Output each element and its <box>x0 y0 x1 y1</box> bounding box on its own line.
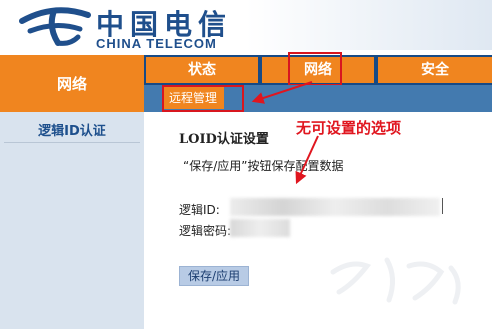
left-nav-title: 网络 <box>56 75 87 93</box>
tab-status[interactable]: 状态 <box>146 57 258 83</box>
sidebar-divider <box>4 142 140 143</box>
header-gradient <box>246 0 492 50</box>
logical-password-field-redacted <box>230 219 290 237</box>
china-telecom-logo-icon <box>19 7 91 46</box>
brand-name-en: CHINA TELECOM <box>96 36 217 51</box>
logical-id-field-redacted <box>230 198 440 216</box>
watermark-icon <box>330 257 461 305</box>
sidebar-item-loid-auth[interactable]: 逻辑ID认证 <box>0 120 144 139</box>
annotation-highlight-box-remote <box>162 85 244 112</box>
logical-id-field-edge <box>442 198 443 214</box>
section-title: LOID认证设置 <box>179 132 269 147</box>
annotation-highlight-box-network <box>288 52 342 86</box>
label-logical-id: 逻辑ID: <box>179 203 220 217</box>
annotation-text: 无可设置的选项 <box>296 119 402 137</box>
sidebar <box>0 112 144 329</box>
left-nav-title-block: 网络 <box>0 55 144 112</box>
help-text: “保存/应用”按钮保存配置数据 <box>183 159 344 173</box>
label-logical-password: 逻辑密码: <box>179 224 232 238</box>
tab-security[interactable]: 安全 <box>378 57 492 83</box>
save-apply-button[interactable]: 保存/应用 <box>179 266 249 286</box>
